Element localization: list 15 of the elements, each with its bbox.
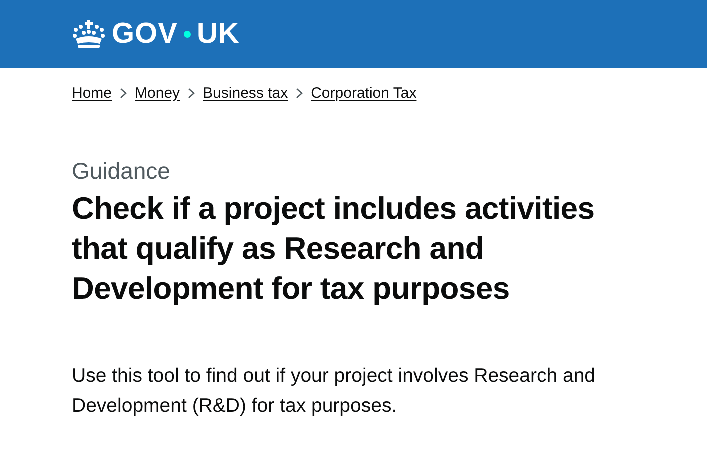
chevron-icon xyxy=(188,88,196,99)
breadcrumb-link[interactable]: Home xyxy=(72,85,112,102)
lead-paragraph: Use this tool to find out if your project involves Research and Development (R&D) for tax purposes. xyxy=(72,364,597,419)
crown-icon xyxy=(72,20,106,48)
breadcrumb-link[interactable]: Business tax xyxy=(203,85,288,102)
logo-text: UK xyxy=(196,20,240,48)
breadcrumb-link[interactable]: Money xyxy=(135,85,180,102)
gov-uk-logo[interactable]: GOV UK xyxy=(72,20,240,48)
dot-icon xyxy=(184,30,191,38)
breadcrumb-link[interactable]: Corporation Tax xyxy=(311,85,417,102)
chevron-icon xyxy=(296,88,304,99)
chevron-icon xyxy=(120,88,128,99)
page-title: Check if a project includes activities that qualify as Research and Development for tax purposes xyxy=(72,190,596,308)
caption: Guidance xyxy=(72,158,172,185)
logo-text: GOV xyxy=(112,20,178,48)
